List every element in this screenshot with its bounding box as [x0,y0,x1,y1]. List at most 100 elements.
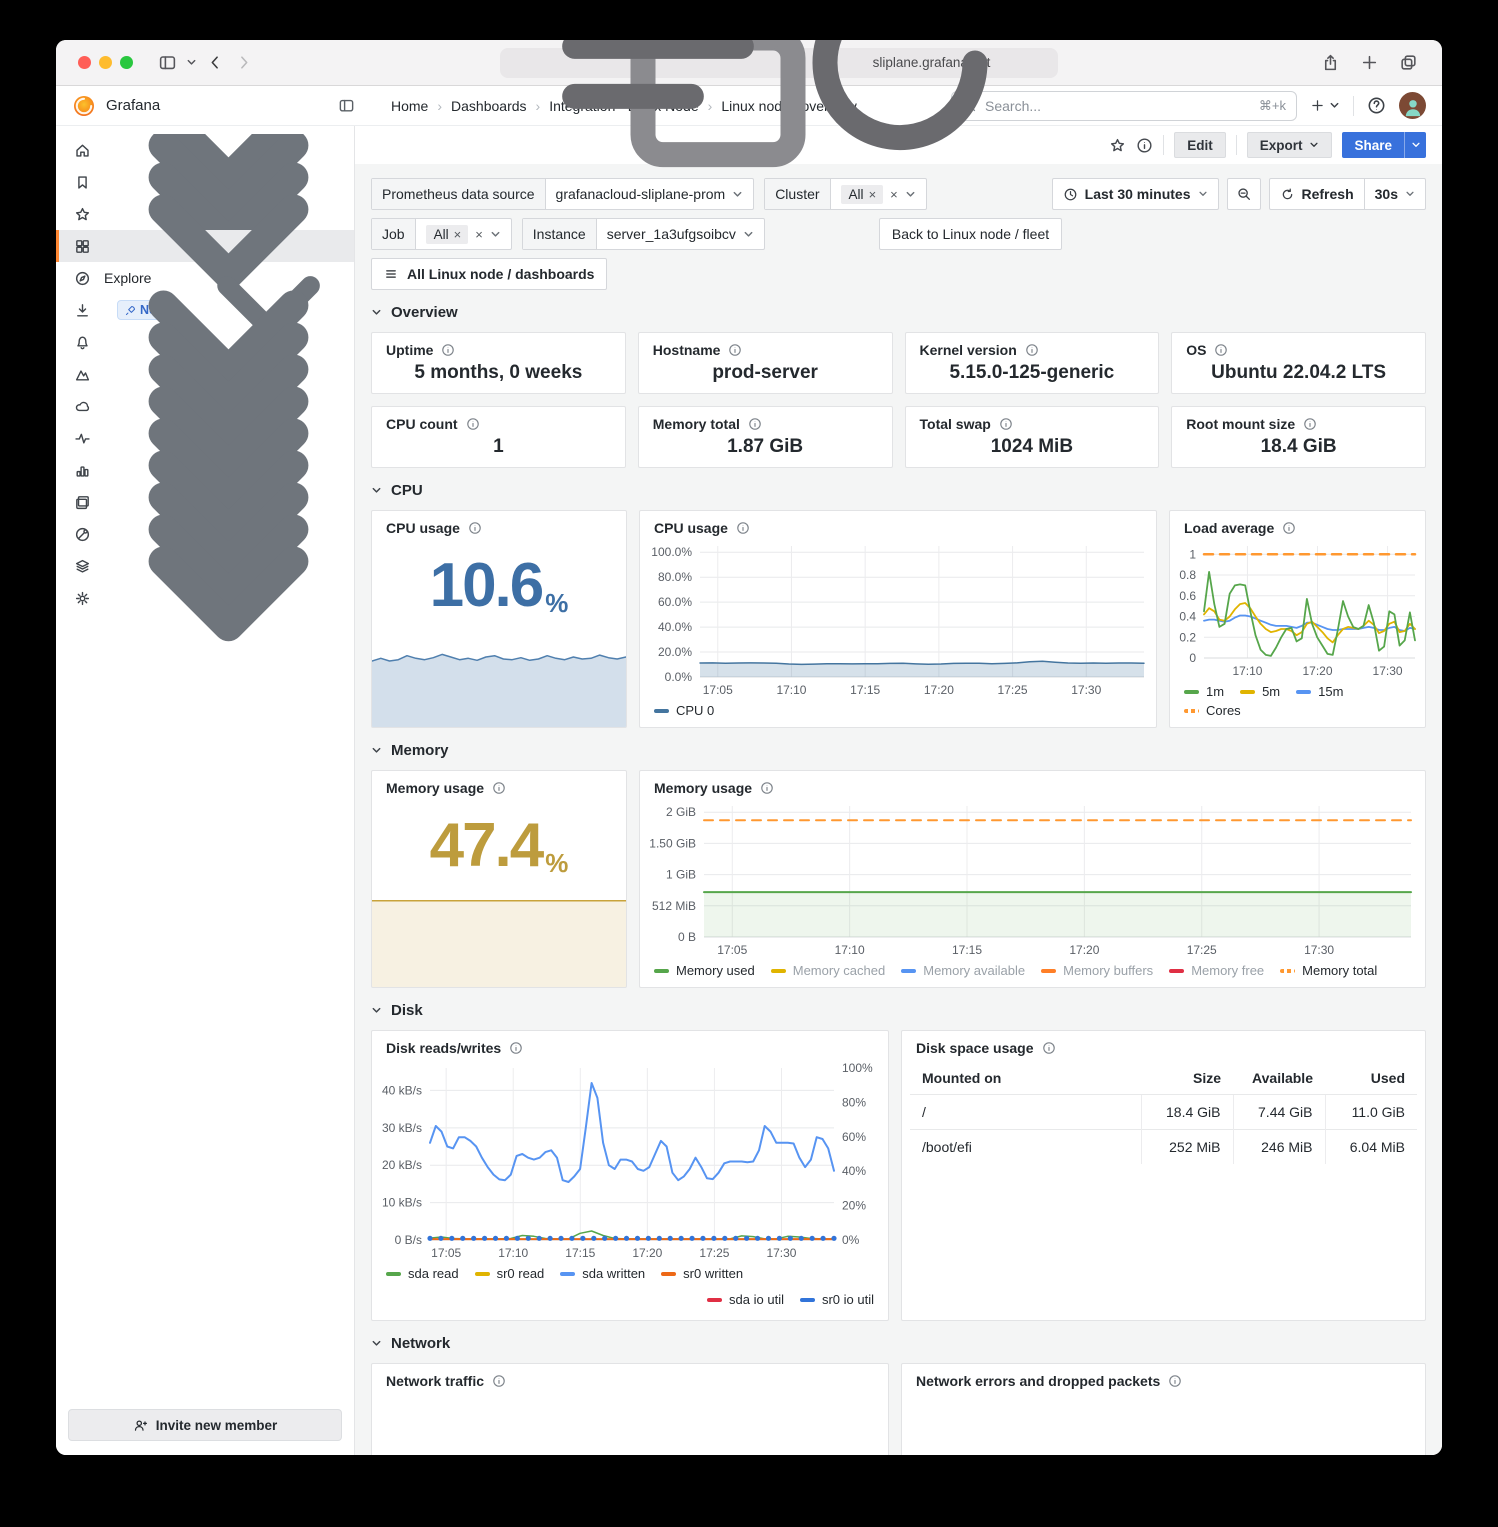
refresh-button[interactable]: Refresh [1270,179,1364,209]
tab-overview-icon[interactable] [1399,53,1418,72]
refresh-controls[interactable]: Refresh 30s [1269,178,1427,210]
info-icon[interactable] [466,417,480,431]
all-dashboards-button[interactable]: All Linux node / dashboards [371,258,607,290]
legend-item-sda-read[interactable]: sda read [386,1266,459,1281]
legend-item-1m[interactable]: 1m [1184,684,1224,699]
clear-icon[interactable]: × [475,227,483,242]
zoom-out-button[interactable] [1227,178,1261,210]
panel-title[interactable]: Memory usage [386,780,484,796]
column-header-mounted-on[interactable]: Mounted on [910,1060,1141,1095]
job-chip[interactable]: All× [426,225,469,244]
share-button[interactable]: Share [1342,132,1426,158]
grafana-logo[interactable] [72,94,96,118]
stat-label[interactable]: Total swap [920,416,991,432]
legend-item-memory-available[interactable]: Memory available [901,963,1025,978]
invite-new-member-button[interactable]: Invite new member [68,1409,342,1441]
section-network[interactable]: Network [371,1329,1426,1357]
sidebar-item-administration[interactable]: Administration [56,582,354,614]
dashboard-info-icon[interactable] [1136,137,1153,154]
info-icon[interactable] [999,417,1013,431]
stat-label[interactable]: OS [1186,342,1206,358]
edit-button[interactable]: Edit [1174,132,1226,158]
info-icon[interactable] [728,343,742,357]
legend-item-sr0-io-util[interactable]: sr0 io util [800,1292,874,1307]
reload-icon[interactable] [750,40,1050,213]
back-to-fleet-button[interactable]: Back to Linux node / fleet [879,218,1062,250]
stat-label[interactable]: Kernel version [920,342,1017,358]
column-header-size[interactable]: Size [1141,1060,1233,1095]
info-icon[interactable] [760,781,774,795]
favorite-star-icon[interactable] [1109,137,1126,154]
share-icon[interactable] [1321,53,1340,72]
remove-icon[interactable]: × [454,227,462,242]
breadcrumb-home[interactable]: Home [391,98,428,114]
legend-item-memory-cached[interactable]: Memory cached [771,963,885,978]
legend-item-memory-total[interactable]: Memory total [1280,963,1377,978]
disk-rw-chart[interactable]: 0 B/s10 kB/s20 kB/s30 kB/s40 kB/s17:0517… [372,1058,888,1264]
help-icon[interactable] [1367,96,1386,115]
load-average-chart[interactable]: 00.20.40.60.8117:1017:2017:30 [1170,538,1425,682]
info-icon[interactable] [468,521,482,535]
cpu-usage-chart[interactable]: 0.0%20.0%40.0%60.0%80.0%100.0%17:0517:10… [640,538,1156,701]
avatar[interactable] [1399,92,1426,119]
section-cpu[interactable]: CPU [371,476,1426,504]
sidebar-chevron-icon[interactable] [186,57,197,68]
info-icon[interactable] [1025,343,1039,357]
legend-item-memory-free[interactable]: Memory free [1169,963,1264,978]
info-icon[interactable] [1042,1041,1056,1055]
legend-item-5m[interactable]: 5m [1240,684,1280,699]
legend-item-sda-written[interactable]: sda written [560,1266,645,1281]
legend-item-sda-io-util[interactable]: sda io util [707,1292,784,1307]
add-new-button[interactable] [1310,98,1340,113]
close-window-button[interactable] [78,56,91,69]
stat-label[interactable]: CPU count [386,416,458,432]
info-icon[interactable] [509,1041,523,1055]
instance-filter[interactable]: Instance server_1a3ufgsoibcv [522,218,765,250]
legend-item-15m[interactable]: 15m [1296,684,1343,699]
panel-title[interactable]: Disk space usage [916,1040,1034,1056]
info-icon[interactable] [492,781,506,795]
panel-title[interactable]: CPU usage [654,520,728,536]
legend-item-sr0-read[interactable]: sr0 read [475,1266,545,1281]
panel-title[interactable]: CPU usage [386,520,460,536]
info-icon[interactable] [1214,343,1228,357]
legend-item-cpu-0[interactable]: CPU 0 [654,703,714,718]
panel-title[interactable]: Disk reads/writes [386,1040,501,1056]
info-icon[interactable] [1282,521,1296,535]
panel-title[interactable]: Memory usage [654,780,752,796]
legend-item-memory-buffers[interactable]: Memory buffers [1041,963,1153,978]
back-button[interactable] [206,53,225,72]
stat-label[interactable]: Root mount size [1186,416,1295,432]
browser-sidebar-icon[interactable] [158,53,177,72]
mega-menu-toggle-icon[interactable] [338,97,355,114]
time-range-picker[interactable]: Last 30 minutes [1052,178,1219,210]
zoom-window-button[interactable] [120,56,133,69]
panel-title[interactable]: Network errors and dropped packets [916,1373,1160,1389]
legend-item-memory-used[interactable]: Memory used [654,963,755,978]
panel-title[interactable]: Network traffic [386,1373,484,1389]
memory-usage-chart[interactable]: 0 B512 MiB1 GiB1.50 GiB2 GiB17:0517:1017… [640,798,1425,961]
job-filter[interactable]: Job All× × [371,218,512,250]
section-memory[interactable]: Memory [371,736,1426,764]
share-dropdown-icon[interactable] [1404,132,1426,158]
info-icon[interactable] [1168,1374,1182,1388]
stat-label[interactable]: Uptime [386,342,433,358]
info-icon[interactable] [748,417,762,431]
info-icon[interactable] [441,343,455,357]
legend-item-cores[interactable]: Cores [1184,703,1241,718]
stat-label[interactable]: Hostname [653,342,721,358]
new-tab-icon[interactable] [1360,53,1379,72]
legend-item-sr0-written[interactable]: sr0 written [661,1266,743,1281]
refresh-interval-dropdown[interactable]: 30s [1364,179,1425,209]
address-bar[interactable]: sliplane.grafana.net [500,48,1058,78]
export-button[interactable]: Export [1247,132,1333,158]
info-icon[interactable] [736,521,750,535]
panel-title[interactable]: Load average [1184,520,1274,536]
column-header-available[interactable]: Available [1233,1060,1325,1095]
section-disk[interactable]: Disk [371,996,1426,1024]
info-icon[interactable] [1303,417,1317,431]
minimize-window-button[interactable] [99,56,112,69]
stat-label[interactable]: Memory total [653,416,740,432]
info-icon[interactable] [492,1374,506,1388]
section-overview[interactable]: Overview [371,298,1426,326]
